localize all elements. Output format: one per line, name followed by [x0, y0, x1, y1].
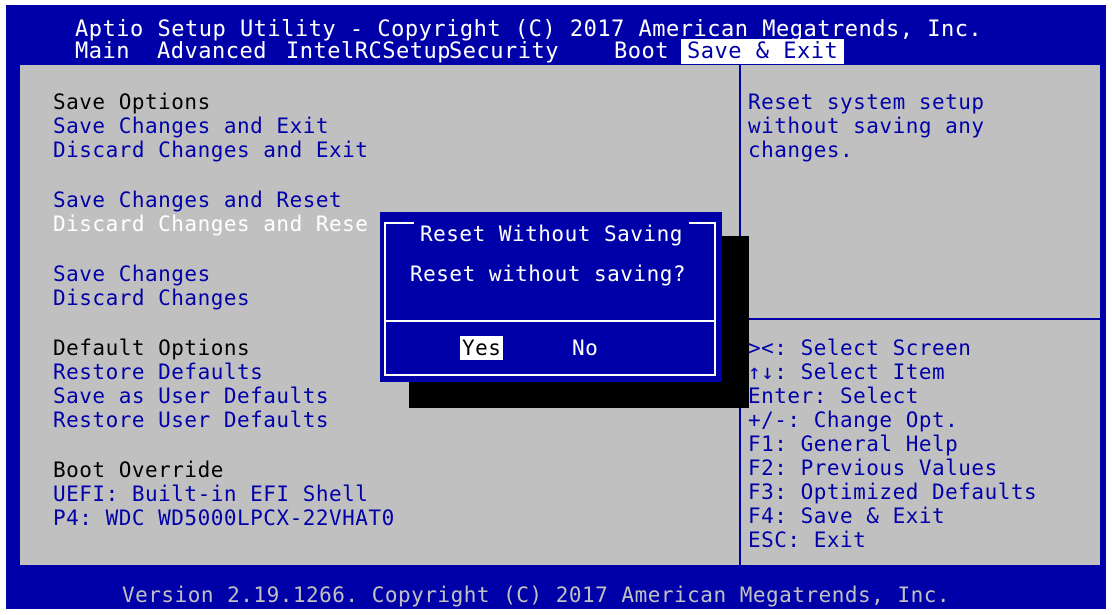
tab-main[interactable]: Main — [75, 40, 130, 64]
menu-p4-drive[interactable]: P4: WDC WD5000LPCX-22VHAT0 — [53, 506, 395, 530]
help-text-line-3: changes. — [748, 138, 854, 162]
yes-button[interactable]: Yes — [460, 336, 504, 360]
dialog-border: Reset Without Saving — [384, 222, 716, 376]
menu-restore-defaults[interactable]: Restore Defaults — [53, 360, 263, 384]
menu-save-changes-and-reset[interactable]: Save Changes and Reset — [53, 188, 342, 212]
key-help-f2: F2: Previous Values — [748, 456, 998, 480]
dialog-separator — [386, 320, 716, 322]
save-options-heading: Save Options — [53, 90, 211, 114]
yes-button-label: Yes — [460, 336, 504, 360]
tab-intelrcsetup[interactable]: IntelRCSetup — [286, 40, 451, 64]
tab-save-exit-label: Save & Exit — [681, 39, 845, 64]
menu-restore-user-defaults[interactable]: Restore User Defaults — [53, 408, 329, 432]
tab-save-exit[interactable]: Save & Exit — [681, 39, 845, 64]
dialog-title: Reset Without Saving — [414, 222, 689, 246]
dialog-message: Reset without saving? — [410, 262, 687, 286]
tab-advanced[interactable]: Advanced — [157, 40, 267, 64]
key-help-enter: Enter: Select — [748, 384, 919, 408]
panel-divider-horizontal — [741, 318, 1100, 320]
key-help-f4: F4: Save & Exit — [748, 504, 946, 528]
version-footer: Version 2.19.1266. Copyright (C) 2017 Am… — [122, 583, 951, 607]
key-help-change-opt: +/-: Change Opt. — [748, 408, 959, 432]
menu-uefi-shell[interactable]: UEFI: Built-in EFI Shell — [53, 482, 368, 506]
key-help-esc: ESC: Exit — [748, 528, 867, 552]
key-help-select-screen: ><: Select Screen — [748, 336, 972, 360]
menu-discard-changes[interactable]: Discard Changes — [53, 286, 250, 310]
menu-discard-changes-and-exit[interactable]: Discard Changes and Exit — [53, 138, 368, 162]
menu-save-as-user-defaults[interactable]: Save as User Defaults — [53, 384, 329, 408]
help-text-line-1: Reset system setup — [748, 90, 985, 114]
reset-without-saving-dialog: Reset Without Saving Reset without savin… — [380, 212, 722, 382]
help-text-line-2: without saving any — [748, 114, 985, 138]
tab-security[interactable]: Security — [449, 40, 559, 64]
menu-discard-changes-and-reset[interactable]: Discard Changes and Rese — [53, 212, 368, 236]
menu-save-changes-and-exit[interactable]: Save Changes and Exit — [53, 114, 329, 138]
default-options-heading: Default Options — [53, 336, 251, 360]
no-button[interactable]: No — [572, 336, 598, 360]
menu-save-changes[interactable]: Save Changes — [53, 262, 211, 286]
key-help-f3: F3: Optimized Defaults — [748, 480, 1038, 504]
key-help-f1: F1: General Help — [748, 432, 959, 456]
key-help-select-item: ↑↓: Select Item — [748, 360, 946, 384]
tab-boot[interactable]: Boot — [614, 40, 669, 64]
boot-override-heading: Boot Override — [53, 458, 224, 482]
